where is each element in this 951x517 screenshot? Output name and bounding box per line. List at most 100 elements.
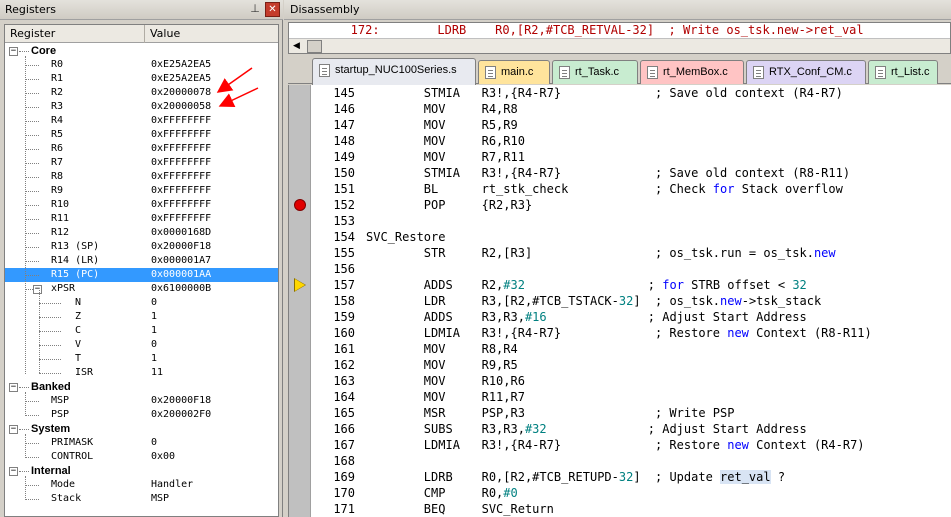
code-line[interactable]: 146 MOV R4,R8 [311, 101, 951, 117]
register-value[interactable]: 1 [151, 352, 157, 366]
register-row-primask[interactable]: PRIMASK 0 [5, 436, 278, 450]
register-row-r3[interactable]: R3 0x20000058 [5, 100, 278, 114]
scroll-left-icon[interactable]: ◀ [293, 41, 300, 51]
code-line[interactable]: 150 STMIA R3!,{R4-R7} ; Save old context… [311, 165, 951, 181]
code-line[interactable]: 161 MOV R8,R4 [311, 341, 951, 357]
source-editor[interactable]: 145 STMIA R3!,{R4-R7} ; Save old context… [288, 85, 951, 517]
register-value[interactable]: 0x20000F18 [151, 394, 211, 408]
tab-rt-task-c[interactable]: rt_Task.c [552, 60, 638, 84]
close-icon[interactable]: ✕ [265, 2, 280, 17]
register-value[interactable]: 0xFFFFFFFF [151, 184, 211, 198]
xpsr-bit-z[interactable]: Z1 [5, 310, 278, 324]
register-row-r7[interactable]: R7 0xFFFFFFFF [5, 156, 278, 170]
register-row-xpsr[interactable]: − xPSR 0x6100000B [5, 282, 278, 296]
code-line[interactable]: 149 MOV R7,R11 [311, 149, 951, 165]
register-row-r1[interactable]: R1 0xE25A2EA5 [5, 72, 278, 86]
register-row-msp[interactable]: MSP 0x20000F18 [5, 394, 278, 408]
code-line[interactable]: 162 MOV R9,R5 [311, 357, 951, 373]
code-line[interactable]: 169 LDRB R0,[R2,#TCB_RETUPD-32] ; Update… [311, 469, 951, 485]
register-row-r15[interactable]: R15 (PC) 0x000001AA [5, 268, 278, 282]
code-line[interactable]: 166 SUBS R3,R3,#32 ; Adjust Start Addres… [311, 421, 951, 437]
code-line[interactable]: 157 ADDS R2,#32 ; for STRB offset < 32 [311, 277, 951, 293]
register-value[interactable]: 0x000001AA [151, 268, 211, 282]
tab-rtx-conf-cm-c[interactable]: RTX_Conf_CM.c [746, 60, 866, 84]
register-value[interactable]: 0 [151, 338, 157, 352]
register-value[interactable]: 0x000001A7 [151, 254, 211, 268]
register-row-r10[interactable]: R10 0xFFFFFFFF [5, 198, 278, 212]
horizontal-scrollbar[interactable]: ◀ [289, 38, 950, 53]
code-line[interactable]: 165 MSR PSP,R3 ; Write PSP [311, 405, 951, 421]
register-value[interactable]: 11 [151, 366, 163, 380]
code-line[interactable]: 163 MOV R10,R6 [311, 373, 951, 389]
code-line[interactable]: 170 CMP R0,#0 [311, 485, 951, 501]
register-row-r8[interactable]: R8 0xFFFFFFFF [5, 170, 278, 184]
register-value[interactable]: 0x0000168D [151, 226, 211, 240]
register-value[interactable]: 0xE25A2EA5 [151, 58, 211, 72]
xpsr-bit-v[interactable]: V0 [5, 338, 278, 352]
scrollbar-thumb[interactable] [307, 40, 322, 53]
code-line[interactable]: 147 MOV R5,R9 [311, 117, 951, 133]
disassembly-line[interactable]: 172: LDRB R0,[R2,#TCB_RETVAL-32] ; Write… [329, 23, 864, 37]
tab-main-c[interactable]: main.c [478, 60, 550, 84]
register-value[interactable]: 0x20000058 [151, 100, 211, 114]
register-value[interactable]: 0xFFFFFFFF [151, 212, 211, 226]
register-row-r11[interactable]: R11 0xFFFFFFFF [5, 212, 278, 226]
register-value[interactable]: 0x20000F18 [151, 240, 211, 254]
register-row-stack[interactable]: Stack MSP [5, 492, 278, 506]
register-row-r0[interactable]: R0 0xE25A2EA5 [5, 58, 278, 72]
register-row-r2[interactable]: R2 0x20000078 [5, 86, 278, 100]
collapse-icon[interactable]: − [9, 467, 18, 476]
register-row-control[interactable]: CONTROL 0x00 [5, 450, 278, 464]
xpsr-bit-t[interactable]: T1 [5, 352, 278, 366]
registers-titlebar[interactable]: Registers ⊥ ✕ [0, 0, 283, 20]
register-row-r4[interactable]: R4 0xFFFFFFFF [5, 114, 278, 128]
collapse-icon[interactable]: − [33, 285, 42, 294]
register-row-psp[interactable]: PSP 0x200002F0 [5, 408, 278, 422]
tab-startup-nuc100series-s[interactable]: startup_NUC100Series.s [312, 58, 476, 85]
register-group-internal[interactable]: − Internal [5, 464, 278, 478]
register-value[interactable]: 0xE25A2EA5 [151, 72, 211, 86]
breakpoint-gutter[interactable] [289, 85, 311, 517]
code-line[interactable]: 164 MOV R11,R7 [311, 389, 951, 405]
register-value[interactable]: 1 [151, 310, 157, 324]
code-line[interactable]: 153 [311, 213, 951, 229]
column-header-register[interactable]: Register [5, 25, 145, 43]
code-line[interactable]: 154 SVC_Restore [311, 229, 951, 245]
register-value[interactable]: 0xFFFFFFFF [151, 156, 211, 170]
register-row-r6[interactable]: R6 0xFFFFFFFF [5, 142, 278, 156]
register-value[interactable]: 0 [151, 436, 157, 450]
collapse-icon[interactable]: − [9, 383, 18, 392]
register-value[interactable]: 0xFFFFFFFF [151, 170, 211, 184]
register-value[interactable]: 1 [151, 324, 157, 338]
pin-icon[interactable]: ⊥ [248, 2, 262, 16]
xpsr-bit-c[interactable]: C1 [5, 324, 278, 338]
register-row-mode[interactable]: Mode Handler [5, 478, 278, 492]
tab-rt-membox-c[interactable]: rt_MemBox.c [640, 60, 744, 84]
register-row-r9[interactable]: R9 0xFFFFFFFF [5, 184, 278, 198]
code-line[interactable]: 167 LDMIA R3!,{R4-R7} ; Restore new Cont… [311, 437, 951, 453]
register-value[interactable]: 0xFFFFFFFF [151, 142, 211, 156]
register-row-r13[interactable]: R13 (SP) 0x20000F18 [5, 240, 278, 254]
disassembly-view[interactable]: 172: LDRB R0,[R2,#TCB_RETVAL-32] ; Write… [288, 22, 951, 54]
register-row-r5[interactable]: R5 0xFFFFFFFF [5, 128, 278, 142]
code-line[interactable]: 159 ADDS R3,R3,#16 ; Adjust Start Addres… [311, 309, 951, 325]
xpsr-bit-isr[interactable]: ISR 11 [5, 366, 278, 380]
code-line[interactable]: 171 BEQ SVC_Return [311, 501, 951, 517]
code-line[interactable]: 156 [311, 261, 951, 277]
register-row-r14[interactable]: R14 (LR) 0x000001A7 [5, 254, 278, 268]
breakpoint-icon[interactable] [294, 199, 306, 211]
code-line[interactable]: 148 MOV R6,R10 [311, 133, 951, 149]
register-value[interactable]: 0x200002F0 [151, 408, 211, 422]
register-value[interactable]: 0xFFFFFFFF [151, 114, 211, 128]
code-line[interactable]: 160 LDMIA R3!,{R4-R7} ; Restore new Cont… [311, 325, 951, 341]
register-value[interactable]: 0xFFFFFFFF [151, 128, 211, 142]
register-value[interactable]: Handler [151, 478, 193, 492]
register-value[interactable]: 0xFFFFFFFF [151, 198, 211, 212]
register-group-core[interactable]: − Core [5, 44, 278, 58]
register-row-r12[interactable]: R12 0x0000168D [5, 226, 278, 240]
collapse-icon[interactable]: − [9, 47, 18, 56]
collapse-icon[interactable]: − [9, 425, 18, 434]
register-value[interactable]: MSP [151, 492, 169, 506]
register-value[interactable]: 0x00 [151, 450, 175, 464]
tab-rt-list-c[interactable]: rt_List.c [868, 60, 938, 84]
